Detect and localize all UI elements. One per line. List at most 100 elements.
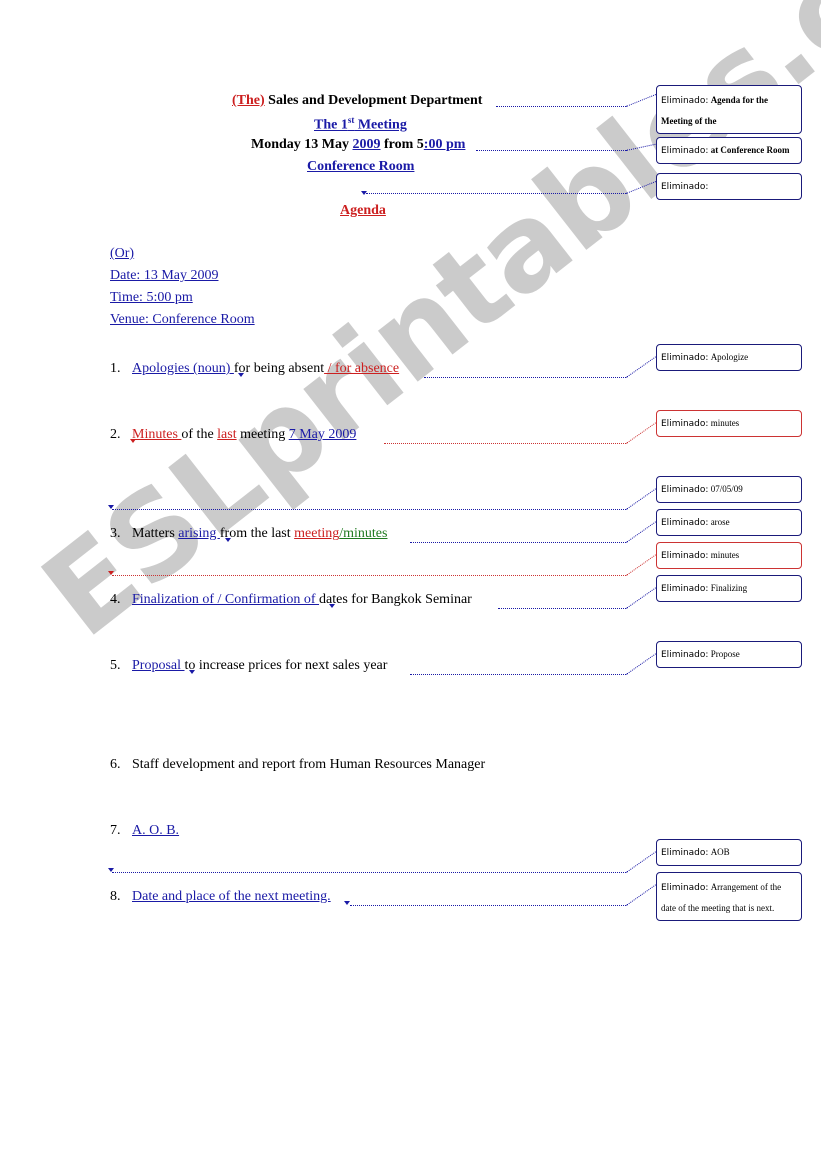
deletion-balloon[interactable]: Eliminado: Arrangement of the date of th… — [656, 872, 802, 921]
leader-line — [366, 193, 626, 194]
inserted-apologies: Apologies (noun) — [132, 361, 234, 376]
meeting-title-rest: Meeting — [354, 117, 407, 133]
deletion-balloon[interactable]: Eliminado: 07/05/09 — [656, 476, 802, 503]
item-text: dates for Bangkok Seminar — [319, 592, 472, 607]
balloon-connector — [626, 884, 657, 906]
leader-line — [410, 674, 626, 675]
inserted-meeting: meeting — [294, 526, 340, 541]
balloon-deleted-text: minutes — [710, 418, 740, 428]
deletion-marker-icon — [238, 373, 244, 377]
balloon-deleted-text: Finalizing — [710, 583, 748, 593]
leader-line — [424, 377, 626, 378]
inserted-minutes: Minutes — [132, 427, 182, 442]
balloon-connector — [626, 94, 657, 107]
alt-date: Date: 13 May 2009 — [110, 268, 219, 283]
inserted-arising: arising — [178, 526, 220, 541]
deletion-balloon[interactable]: Eliminado: AOB — [656, 839, 802, 866]
agenda-item-1: Apologies (noun) for being absent / for … — [132, 361, 399, 377]
inserted-minutes: /minutes — [339, 526, 388, 541]
leader-line — [112, 872, 626, 873]
department-title: (The) Sales and Development Department — [232, 93, 482, 109]
item-text: for being absent — [233, 361, 325, 376]
deletion-balloon[interactable]: Eliminado: at Conference Room — [656, 137, 802, 164]
meeting-title: The 1st Meeting — [314, 115, 407, 134]
item-number: 5. — [110, 658, 121, 673]
deletion-balloon[interactable]: Eliminado: arose — [656, 509, 802, 536]
balloon-label: Eliminado: — [661, 353, 709, 363]
balloon-label: Eliminado: — [661, 848, 709, 858]
balloon-label: Eliminado: — [661, 96, 709, 106]
balloon-connector — [626, 587, 657, 609]
balloon-deleted-text: arose — [710, 517, 730, 527]
deletion-marker-icon — [225, 538, 231, 542]
agenda-item-2: Minutes of the last meeting 7 May 2009 — [132, 427, 356, 443]
agenda-item-8: Date and place of the next meeting. — [132, 889, 331, 905]
balloon-label: Eliminado: — [661, 146, 709, 156]
balloon-label: Eliminado: — [661, 182, 709, 192]
deletion-balloon[interactable]: Eliminado: Agenda for the Meeting of the — [656, 85, 802, 134]
inserted-next-meeting: Date and place of the next meeting. — [132, 889, 331, 904]
balloon-deleted-text: Propose — [710, 649, 740, 659]
agenda-item-7: A. O. B. — [132, 823, 179, 839]
deletion-balloon[interactable]: Eliminado: minutes — [656, 410, 802, 437]
deletion-balloon[interactable]: Eliminado: Finalizing — [656, 575, 802, 602]
item-text: of the — [181, 427, 218, 442]
balloon-deleted-text: Arrangement of the — [710, 882, 782, 892]
inserted-year: 2009 — [352, 137, 381, 152]
item-number: 4. — [110, 592, 121, 607]
inserted-date: 7 May 2009 — [288, 427, 357, 442]
agenda-title: Agenda — [340, 203, 386, 218]
item-number: 3. — [110, 526, 121, 541]
meeting-date-line: Monday 13 May 2009 from 5:00 pm — [251, 137, 465, 153]
date-text: Monday 13 May — [251, 137, 353, 152]
deletion-balloon[interactable]: Eliminado: Propose — [656, 641, 802, 668]
balloon-connector — [626, 181, 657, 194]
agenda-item-4: Finalization of / Confirmation of dates … — [132, 592, 472, 608]
balloon-label: Eliminado: — [661, 584, 709, 594]
item-number: 8. — [110, 889, 121, 904]
leader-line — [112, 509, 626, 510]
balloon-connector — [626, 488, 657, 510]
leader-line — [384, 443, 626, 444]
item-text: from the last — [219, 526, 295, 541]
conference-room: Conference Room — [307, 159, 415, 174]
inserted-time: :00 pm — [423, 137, 466, 152]
alt-time: Time: 5:00 pm — [110, 290, 193, 305]
meeting-title-text: The 1 — [314, 117, 348, 133]
from-text: from 5 — [380, 137, 424, 152]
balloon-label: Eliminado: — [661, 518, 709, 528]
leader-line — [410, 542, 626, 543]
item-text: meeting — [236, 427, 289, 442]
balloon-label: Eliminado: — [661, 485, 709, 495]
balloon-label: Eliminado: — [661, 419, 709, 429]
deletion-balloon[interactable]: Eliminado: minutes — [656, 542, 802, 569]
balloon-deleted-text: AOB — [710, 847, 730, 857]
balloon-label: Eliminado: — [661, 883, 709, 893]
inserted-the: (The) — [232, 93, 265, 108]
balloon-connector — [626, 521, 657, 543]
balloon-deleted-text: Apologize — [710, 352, 749, 362]
leader-line — [496, 106, 626, 107]
balloon-deleted-text: date of the meeting that is next. — [661, 903, 775, 913]
balloon-connector — [626, 422, 657, 444]
deletion-marker-icon — [189, 670, 195, 674]
item-text: to increase prices for next sales year — [184, 658, 388, 673]
department-name: Sales and Development Department — [268, 93, 483, 108]
alt-venue: Venue: Conference Room — [110, 312, 255, 327]
balloon-connector — [626, 554, 657, 576]
leader-line — [498, 608, 626, 609]
balloon-connector — [626, 356, 657, 378]
balloon-deleted-text: minutes — [710, 550, 740, 560]
balloon-deleted-text: Meeting of the — [661, 116, 717, 126]
balloon-deleted-text: 07/05/09 — [710, 484, 743, 494]
balloon-deleted-text: at Conference Room — [710, 145, 790, 155]
agenda-item-5: Proposal to increase prices for next sal… — [132, 658, 387, 674]
deletion-balloon[interactable]: Eliminado: — [656, 173, 802, 200]
deletion-balloon[interactable]: Eliminado: Apologize — [656, 344, 802, 371]
agenda-item-3: Matters arising from the last meeting/mi… — [132, 526, 387, 542]
inserted-for-absence: / for absence — [324, 361, 400, 376]
alt-or: (Or) — [110, 246, 135, 261]
inserted-aob: A. O. B. — [132, 823, 180, 838]
balloon-connector — [626, 851, 657, 873]
balloon-label: Eliminado: — [661, 551, 709, 561]
